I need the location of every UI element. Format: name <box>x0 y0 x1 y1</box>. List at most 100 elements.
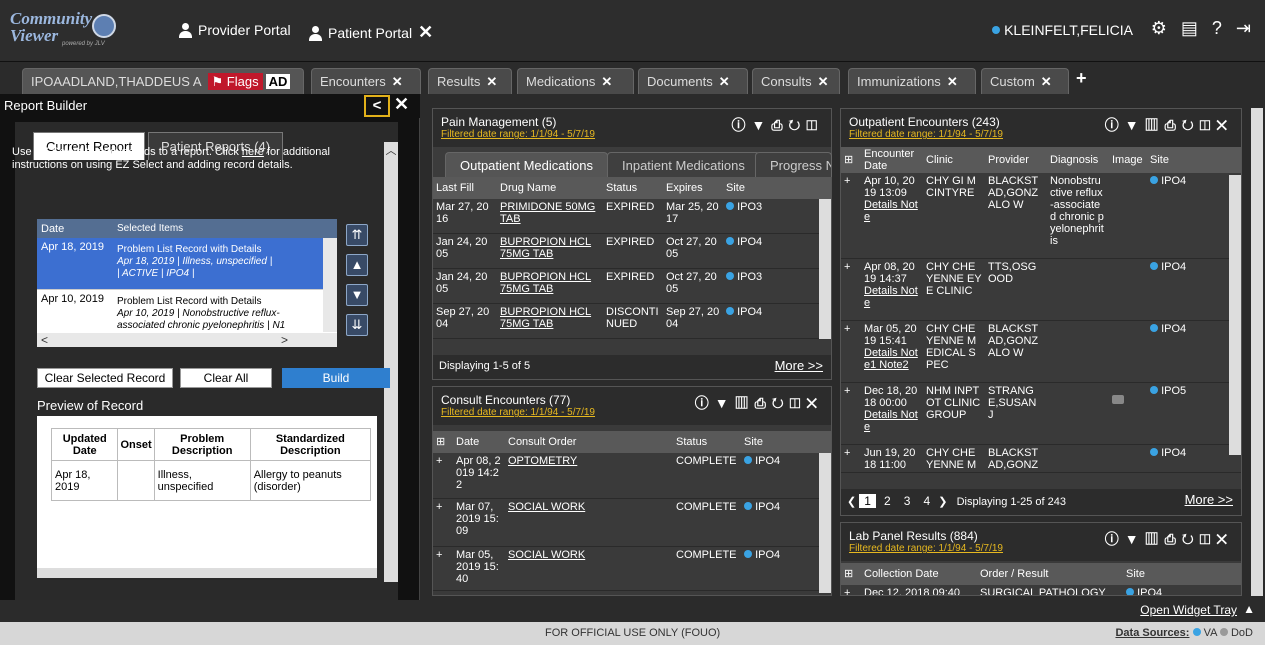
ad-badge[interactable]: AD <box>265 74 291 89</box>
table-row[interactable]: + Mar 07, 2019 15: 09 SOCIAL WORK COMPLE… <box>433 499 831 547</box>
tab-medications[interactable]: Medications ✕ <box>517 68 634 94</box>
flags-badge[interactable]: ⚑ Flags <box>207 73 263 90</box>
table-row[interactable]: Jan 24, 20 05 BUPROPION HCL 75MG TAB EXP… <box>433 234 831 269</box>
expand-row-icon[interactable]: + <box>841 173 861 258</box>
filter-icon[interactable]: ▼ <box>1125 117 1145 133</box>
expand-all-icon[interactable]: ⊞ <box>841 566 861 582</box>
data-sources-link[interactable]: Data Sources: <box>1115 627 1189 639</box>
collapse-icon[interactable]: < <box>364 95 390 117</box>
tab-results[interactable]: Results ✕ <box>428 68 512 94</box>
horizontal-scrollbar[interactable]: < > <box>37 333 337 347</box>
vertical-scrollbar[interactable] <box>819 453 831 593</box>
expand-icon[interactable]: ◫ <box>1200 117 1217 133</box>
tab-inpatient-medications[interactable]: Inpatient Medications <box>607 152 760 177</box>
gear-icon[interactable]: ⚙ <box>1151 18 1167 39</box>
table-row[interactable]: + Dec 12, 2018 09:40 SURGICAL PATHOLOGY … <box>841 585 1241 595</box>
table-row[interactable]: + Apr 10, 20 19 13:09 Details Not e CHY G… <box>841 173 1241 259</box>
close-tab-icon[interactable]: ✕ <box>719 74 730 89</box>
filter-icon[interactable]: ▼ <box>751 117 771 133</box>
table-row[interactable]: Sep 27, 20 04 BUPROPION HCL 75MG TAB DIS… <box>433 304 831 339</box>
camera-icon[interactable] <box>1112 395 1124 404</box>
more-link[interactable]: More >> <box>775 358 823 373</box>
scroll-up-icon[interactable]: ︿ <box>384 142 398 158</box>
close-patient-portal-icon[interactable]: ✕ <box>418 22 433 43</box>
expand-row-icon[interactable]: + <box>841 383 861 444</box>
vertical-scrollbar[interactable] <box>819 199 831 339</box>
close-icon[interactable]: ✕ <box>394 94 409 115</box>
refresh-icon[interactable]: ↻ <box>772 395 790 411</box>
filter-icon[interactable]: ▼ <box>715 395 735 411</box>
close-tab-icon[interactable]: ✕ <box>392 74 403 89</box>
table-row[interactable]: + Jun 19, 20 18 11:00 CHY CHE YENNE M BL… <box>841 445 1241 473</box>
clipboard-icon[interactable]: ▥ <box>1145 117 1165 133</box>
table-row[interactable]: + Apr 08, 20 19 14:37 Details Not e CHY C… <box>841 259 1241 321</box>
expand-icon[interactable]: ◫ <box>806 117 823 133</box>
table-row[interactable]: + Mar 05, 2019 15: 40 SOCIAL WORK COMPLE… <box>433 547 831 591</box>
expand-icon[interactable]: ◫ <box>790 395 807 411</box>
vertical-scrollbar[interactable] <box>1229 175 1241 455</box>
clear-selected-record-button[interactable]: Clear Selected Record <box>37 368 173 388</box>
provider-portal-tab[interactable]: Provider Portal <box>178 22 291 38</box>
refresh-icon[interactable]: ↻ <box>789 117 807 133</box>
scroll-left-icon[interactable]: < <box>41 333 48 347</box>
tab-progress-notes[interactable]: Progress N <box>755 152 832 177</box>
page-scrollbar[interactable] <box>1251 108 1263 596</box>
table-row[interactable]: + Mar 05, 20 19 15:41 Details Not e1 Note… <box>841 321 1241 383</box>
expand-row-icon[interactable]: + <box>433 547 453 590</box>
page-4[interactable]: 4 <box>919 494 936 508</box>
expand-row-icon[interactable]: + <box>841 445 861 472</box>
build-button[interactable]: Build <box>282 368 390 388</box>
clipboard-icon[interactable]: ▥ <box>735 395 755 411</box>
chevron-up-icon[interactable]: ▲ <box>1243 602 1255 616</box>
page-1[interactable]: 1 <box>859 494 876 508</box>
info-icon[interactable]: ⓘ <box>1105 117 1125 133</box>
table-row[interactable]: Mar 27, 20 16 PRIMIDONE 50MG TAB EXPIRED… <box>433 199 831 234</box>
vertical-scrollbar[interactable] <box>323 238 337 332</box>
report-builder-scrollbar[interactable]: ︿ <box>384 142 398 582</box>
logout-icon[interactable]: ⇥ <box>1236 18 1251 39</box>
tab-custom[interactable]: Custom ✕ <box>981 68 1069 94</box>
close-icon[interactable]: ✕ <box>806 395 823 411</box>
move-down-icon[interactable]: ▼ <box>346 284 368 306</box>
expand-all-icon[interactable]: ⊞ <box>433 434 453 450</box>
page-3[interactable]: 3 <box>899 494 916 508</box>
clipboard-icon[interactable]: ▥ <box>1145 531 1165 547</box>
table-row[interactable]: + Dec 18, 20 18 00:00 Details Not e NHM I… <box>841 383 1241 445</box>
print-icon[interactable]: ⎙ <box>771 117 788 133</box>
page-2[interactable]: 2 <box>879 494 896 508</box>
expand-row-icon[interactable]: + <box>841 321 861 382</box>
tab-immunizations[interactable]: Immunizations ✕ <box>848 68 976 94</box>
add-tab-icon[interactable]: + <box>1076 68 1087 89</box>
move-bottom-icon[interactable]: ⇊ <box>346 314 368 336</box>
open-widget-tray-link[interactable]: Open Widget Tray <box>1140 603 1237 617</box>
refresh-icon[interactable]: ↻ <box>1182 531 1200 547</box>
scroll-right-icon[interactable]: > <box>281 333 288 347</box>
close-icon[interactable]: ✕ <box>1216 117 1233 133</box>
help-icon[interactable]: ? <box>1212 18 1222 39</box>
ez-help-link[interactable]: here <box>242 146 264 158</box>
tab-outpatient-medications[interactable]: Outpatient Medications <box>445 152 608 177</box>
move-up-icon[interactable]: ▲ <box>346 254 368 276</box>
move-top-icon[interactable]: ⇈ <box>346 224 368 246</box>
print-icon[interactable]: ⎙ <box>1165 531 1182 547</box>
close-tab-icon[interactable]: ✕ <box>1041 74 1052 89</box>
patient-portal-tab[interactable]: Patient Portal ✕ <box>308 22 433 43</box>
print-icon[interactable]: ⎙ <box>1165 117 1182 133</box>
tab-patient[interactable]: IPOAADLAND,THADDEUS A ⚑ Flags AD <box>22 68 304 94</box>
document-icon[interactable]: ▤ <box>1181 18 1198 39</box>
tab-encounters[interactable]: Encounters ✕ <box>311 68 421 94</box>
close-icon[interactable]: ✕ <box>1216 531 1233 547</box>
print-icon[interactable]: ⎙ <box>755 395 772 411</box>
close-tab-icon[interactable]: ✕ <box>947 74 958 89</box>
info-icon[interactable]: ⓘ <box>1105 531 1125 547</box>
expand-row-icon[interactable]: + <box>433 499 453 546</box>
tab-documents[interactable]: Documents ✕ <box>638 68 748 94</box>
expand-all-icon[interactable]: ⊞ <box>841 152 861 168</box>
info-icon[interactable]: ⓘ <box>695 395 715 411</box>
table-row[interactable]: Apr 18, 2019 Problem List Record with De… <box>37 238 337 290</box>
table-row[interactable]: Jan 24, 20 05 BUPROPION HCL 75MG TAB EXP… <box>433 269 831 304</box>
info-icon[interactable]: ⓘ <box>731 117 751 133</box>
preview-horizontal-scrollbar[interactable] <box>37 568 377 578</box>
next-page-icon[interactable]: ❯ <box>938 496 947 508</box>
clear-all-button[interactable]: Clear All <box>180 368 272 388</box>
